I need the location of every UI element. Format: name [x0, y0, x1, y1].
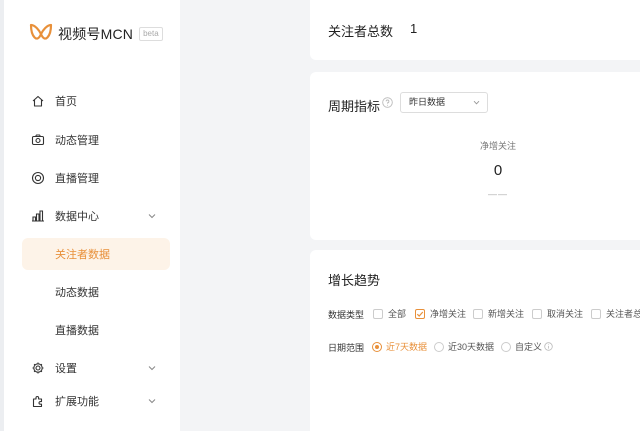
followers-total-value: 1 [410, 21, 418, 36]
sidebar-subitem-label: 动态数据 [55, 287, 99, 299]
live-icon [30, 170, 46, 186]
date-range-custom[interactable]: 自定义 [501, 340, 553, 353]
radio-label: 近7天数据 [386, 342, 428, 352]
period-metrics-card: 周期指标 昨日数据 净增关注 0 —— [310, 72, 640, 240]
sidebar-item-home[interactable]: 首页 [4, 86, 184, 116]
radio[interactable] [434, 341, 444, 352]
checkbox-label: 取消关注 [547, 309, 584, 319]
sidebar-item-label: 直播管理 [55, 173, 99, 185]
camera-icon [30, 132, 46, 148]
checkbox-label: 关注者总 [606, 309, 640, 319]
checkbox-label: 全部 [388, 309, 407, 319]
data-type-label: 数据类型 [328, 310, 365, 320]
gear-icon [30, 360, 46, 376]
chevron-down-icon [148, 214, 156, 219]
data-type-all[interactable]: 全部 [373, 307, 406, 320]
period-select-value: 昨日数据 [409, 97, 446, 107]
sidebar-item-settings[interactable]: 设置 [4, 353, 184, 383]
radio-label: 自定义 [515, 342, 543, 352]
sidebar-item-label: 动态管理 [55, 135, 99, 147]
net-followers-value: 0 [493, 162, 503, 179]
help-icon[interactable] [382, 97, 393, 108]
check-icon [416, 311, 424, 317]
radio[interactable] [501, 341, 511, 352]
chevron-down-icon [473, 100, 480, 105]
chevron-down-icon [148, 366, 156, 371]
radio-label: 近30天数据 [448, 342, 495, 352]
puzzle-icon [30, 393, 46, 409]
sidebar-item-posts[interactable]: 动态管理 [4, 125, 184, 155]
net-followers-label: 净增关注 [479, 141, 516, 151]
sidebar-subitem-label: 直播数据 [55, 325, 99, 337]
checkbox[interactable] [373, 308, 383, 319]
date-range-label: 日期范围 [328, 343, 365, 353]
period-metrics-title: 周期指标 [328, 99, 381, 114]
chevron-down-icon [148, 399, 156, 404]
sidebar-item-live[interactable]: 直播管理 [4, 163, 184, 193]
followers-total-card: 关注者总数 1 [310, 0, 640, 60]
checkbox[interactable] [591, 308, 601, 319]
sidebar-item-label: 设置 [55, 363, 77, 375]
sidebar: 视频号MCN beta 首页 动态管理 直播管理 数据中心 关注者数据 动态数据 [0, 0, 180, 431]
growth-trend-title: 增长趋势 [328, 273, 381, 288]
checkbox-label: 净增关注 [430, 309, 467, 319]
sidebar-subitem-label: 关注者数据 [55, 249, 110, 261]
info-icon[interactable] [544, 342, 553, 351]
period-select[interactable]: 昨日数据 [400, 92, 488, 113]
radio-checked[interactable] [372, 341, 382, 352]
app-name: 视频号MCN [58, 26, 134, 42]
logo-icon [29, 23, 53, 40]
home-icon [30, 93, 46, 109]
checkbox-checked[interactable] [415, 308, 425, 319]
followers-total-label: 关注者总数 [328, 24, 394, 39]
app-logo[interactable]: 视频号MCN beta [28, 22, 163, 46]
data-type-total-followers[interactable]: 关注者总 [591, 307, 640, 320]
sidebar-subitem-post-data[interactable]: 动态数据 [22, 276, 170, 308]
sidebar-item-extensions[interactable]: 扩展功能 [4, 386, 184, 416]
sidebar-item-label: 数据中心 [55, 211, 99, 223]
date-range-7days[interactable]: 近7天数据 [372, 340, 427, 353]
sidebar-item-label: 首页 [55, 96, 77, 108]
net-followers-change: —— [488, 189, 508, 199]
data-type-unfollow[interactable]: 取消关注 [532, 307, 583, 320]
checkbox[interactable] [473, 308, 483, 319]
date-range-30days[interactable]: 近30天数据 [434, 340, 494, 353]
sidebar-subitem-live-data[interactable]: 直播数据 [22, 314, 170, 346]
sidebar-subitem-follower-data[interactable]: 关注者数据 [22, 238, 170, 270]
bar-chart-icon [30, 208, 46, 224]
sidebar-item-data-center[interactable]: 数据中心 [4, 201, 184, 231]
growth-trend-card: 增长趋势 数据类型 全部 净增关注 新增关注 取消关注 关注者总 日期范围 近7… [310, 250, 640, 431]
data-type-new-follow[interactable]: 新增关注 [473, 307, 524, 320]
sidebar-item-label: 扩展功能 [55, 396, 99, 408]
checkbox[interactable] [532, 308, 542, 319]
main-content: 关注者总数 1 周期指标 昨日数据 净增关注 0 —— 增长趋势 数据类型 全部… [180, 0, 640, 431]
beta-badge: beta [139, 27, 163, 41]
data-type-net-follow[interactable]: 净增关注 [415, 307, 466, 320]
checkbox-label: 新增关注 [488, 309, 525, 319]
